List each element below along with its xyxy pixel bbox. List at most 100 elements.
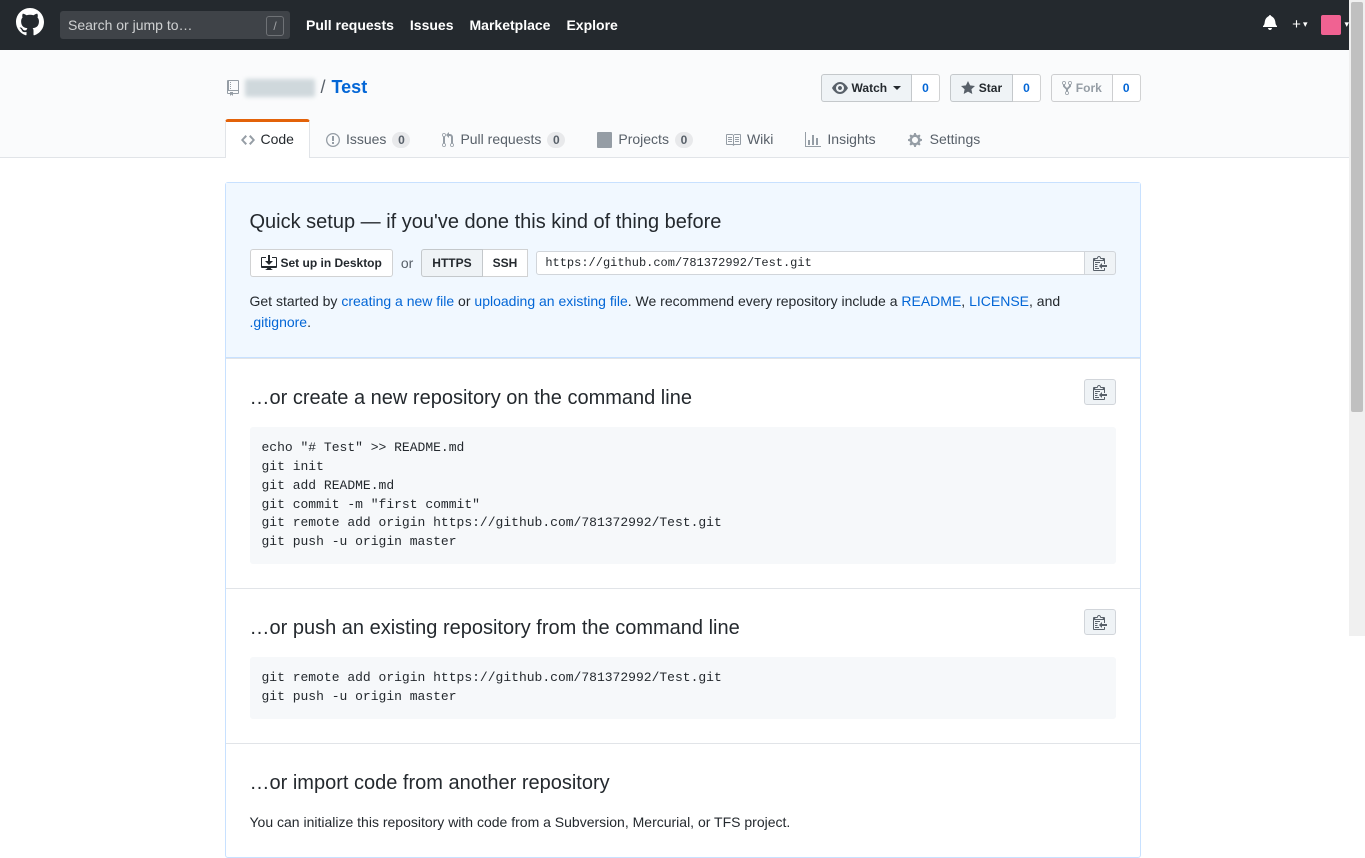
scrollbar[interactable]: [1349, 0, 1365, 636]
create-cli-heading: …or create a new repository on the comma…: [250, 383, 1116, 413]
search-container: /: [60, 11, 290, 39]
link-create-new-file[interactable]: creating a new file: [341, 293, 454, 309]
tab-insights[interactable]: Insights: [789, 119, 891, 158]
tab-issues[interactable]: Issues 0: [310, 119, 426, 158]
github-logo[interactable]: [16, 8, 44, 42]
notifications-button[interactable]: [1262, 14, 1278, 36]
link-gitignore[interactable]: .gitignore: [250, 314, 308, 330]
clippy-icon: [1093, 255, 1107, 271]
setup-desktop-label: Set up in Desktop: [281, 253, 382, 273]
fork-count[interactable]: 0: [1113, 74, 1141, 102]
setup-desktop-button[interactable]: Set up in Desktop: [250, 249, 393, 277]
graph-icon: [805, 132, 821, 148]
quick-setup-heading: Quick setup — if you've done this kind o…: [250, 207, 1116, 237]
scrollbar-thumb[interactable]: [1351, 2, 1363, 412]
avatar: [1321, 15, 1341, 35]
fork-label: Fork: [1076, 78, 1102, 98]
link-license[interactable]: LICENSE: [969, 293, 1029, 309]
tab-settings[interactable]: Settings: [892, 119, 997, 158]
tab-code-label: Code: [261, 129, 294, 150]
desktop-download-icon: [261, 255, 277, 271]
repo-nav: Code Issues 0 Pull requests 0 Projects 0…: [225, 118, 1141, 157]
tab-pull-requests[interactable]: Pull requests 0: [426, 119, 581, 158]
user-menu[interactable]: ▾: [1321, 15, 1349, 35]
import-heading: …or import code from another repository: [250, 768, 1116, 798]
tab-pulls-label: Pull requests: [460, 129, 541, 150]
repo-actions: Watch 0 Star 0 Fork: [821, 74, 1141, 102]
push-cli-code: git remote add origin https://github.com…: [250, 657, 1116, 719]
gear-icon: [908, 132, 924, 148]
chevron-down-icon: [893, 86, 901, 90]
header-nav: Pull requests Issues Marketplace Explore: [306, 15, 618, 36]
star-button[interactable]: Star: [950, 74, 1013, 102]
tab-issues-label: Issues: [346, 129, 386, 150]
push-cli-section: …or push an existing repository from the…: [226, 588, 1140, 743]
clone-url-input[interactable]: [536, 251, 1084, 275]
tab-projects[interactable]: Projects 0: [581, 119, 709, 158]
or-separator: or: [401, 253, 413, 274]
search-slash-hint: /: [266, 16, 284, 36]
create-new-dropdown[interactable]: +▾: [1292, 14, 1307, 37]
star-count[interactable]: 0: [1013, 74, 1041, 102]
import-description: You can initialize this repository with …: [250, 812, 1116, 833]
clippy-icon: [1093, 614, 1107, 630]
fork-button[interactable]: Fork: [1051, 74, 1113, 102]
tab-projects-count: 0: [675, 132, 693, 148]
watch-count[interactable]: 0: [912, 74, 940, 102]
import-section: …or import code from another repository …: [226, 743, 1140, 857]
tab-wiki-label: Wiki: [747, 129, 773, 150]
main-content: Quick setup — if you've done this kind o…: [193, 182, 1173, 858]
watch-label: Watch: [852, 78, 888, 98]
repo-icon: [225, 80, 241, 96]
create-cli-code: echo "# Test" >> README.md git init git …: [250, 427, 1116, 564]
watch-button[interactable]: Watch: [821, 74, 913, 102]
quick-setup-help: Get started by creating a new file or up…: [250, 291, 1116, 333]
ssh-button[interactable]: SSH: [483, 249, 529, 277]
nav-issues[interactable]: Issues: [410, 15, 454, 36]
tab-code[interactable]: Code: [225, 119, 310, 158]
bell-icon: [1262, 14, 1278, 30]
tab-insights-label: Insights: [827, 129, 875, 150]
copy-push-cli-button[interactable]: [1084, 609, 1116, 635]
create-cli-section: …or create a new repository on the comma…: [226, 358, 1140, 588]
header-right: +▾ ▾: [1262, 14, 1349, 37]
path-separator: /: [321, 74, 326, 101]
repo-name-link[interactable]: Test: [332, 74, 368, 101]
mark-github-icon: [16, 8, 44, 36]
tab-wiki[interactable]: Wiki: [709, 119, 789, 158]
star-group: Star 0: [950, 74, 1041, 102]
eye-icon: [832, 80, 848, 96]
code-icon: [241, 132, 255, 148]
fork-group: Fork 0: [1051, 74, 1141, 102]
clone-url-group: [536, 251, 1115, 275]
protocol-group: HTTPS SSH: [421, 249, 528, 277]
repository-header: / Test Watch 0 Star 0: [0, 50, 1365, 158]
tab-settings-label: Settings: [930, 129, 981, 150]
project-icon: [597, 132, 612, 148]
tab-projects-label: Projects: [618, 129, 669, 150]
star-icon: [961, 80, 975, 96]
book-icon: [725, 132, 741, 148]
repo-forked-icon: [1062, 80, 1072, 96]
tab-issues-count: 0: [392, 132, 410, 148]
quick-setup-section: Quick setup — if you've done this kind o…: [226, 183, 1140, 358]
setup-box: Quick setup — if you've done this kind o…: [225, 182, 1141, 858]
tab-pulls-count: 0: [547, 132, 565, 148]
clippy-icon: [1093, 384, 1107, 400]
copy-url-button[interactable]: [1085, 251, 1116, 275]
copy-create-cli-button[interactable]: [1084, 379, 1116, 405]
nav-explore[interactable]: Explore: [566, 15, 617, 36]
push-cli-heading: …or push an existing repository from the…: [250, 613, 1116, 643]
git-pull-request-icon: [442, 132, 454, 148]
issue-opened-icon: [326, 132, 340, 148]
link-readme[interactable]: README: [901, 293, 961, 309]
repo-title: / Test: [225, 74, 368, 101]
repo-owner-link[interactable]: [245, 79, 315, 97]
https-button[interactable]: HTTPS: [421, 249, 482, 277]
search-input[interactable]: [60, 11, 290, 39]
plus-label: +: [1292, 14, 1301, 37]
nav-pull-requests[interactable]: Pull requests: [306, 15, 394, 36]
nav-marketplace[interactable]: Marketplace: [470, 15, 551, 36]
link-upload-file[interactable]: uploading an existing file: [474, 293, 627, 309]
star-label: Star: [979, 78, 1002, 98]
